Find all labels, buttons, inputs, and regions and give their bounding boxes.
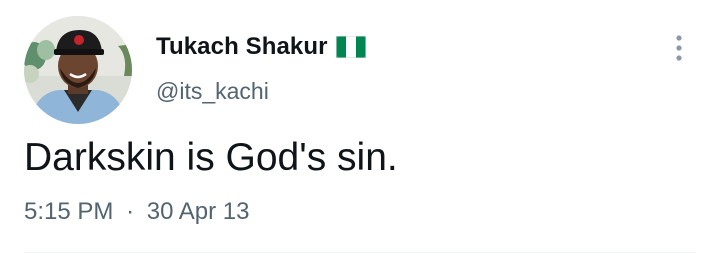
author-handle[interactable]: @its_kachi: [156, 78, 269, 105]
author-name-row: Tukach Shakur: [156, 30, 366, 64]
profile-photo-icon: [24, 16, 132, 124]
tweet-timestamp: 5:15 PM · 30 Apr 13: [24, 196, 249, 228]
tweet-text: Darkskin is God's sin.: [24, 136, 398, 179]
more-options-button[interactable]: [664, 30, 694, 66]
tweet-date[interactable]: 30 Apr 13: [147, 198, 250, 225]
author-display-name[interactable]: Tukach Shakur: [156, 33, 328, 61]
timestamp-separator: ·: [126, 198, 135, 225]
tweet-card: Tukach Shakur @its_kachi Darkskin is God…: [0, 0, 720, 263]
tweet-time[interactable]: 5:15 PM: [24, 198, 113, 225]
more-vertical-icon: [676, 35, 682, 61]
author-avatar[interactable]: [24, 16, 132, 124]
divider: [24, 252, 696, 253]
nigeria-flag-icon: [335, 36, 366, 58]
